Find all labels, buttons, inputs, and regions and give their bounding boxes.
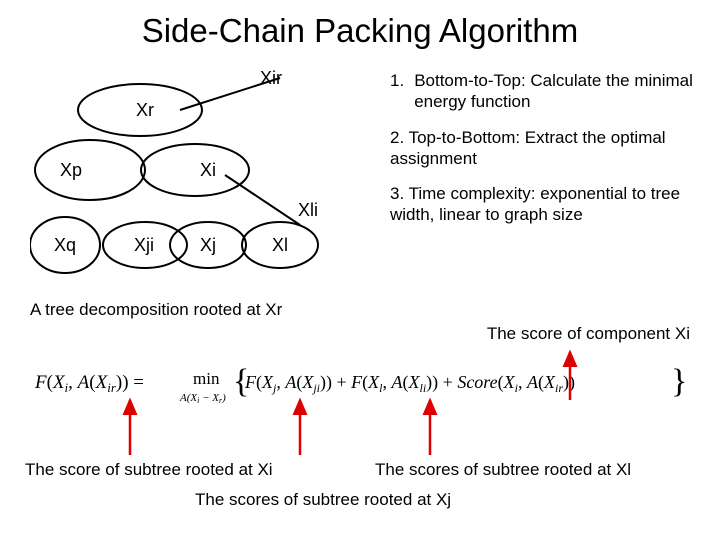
node-xp: Xp xyxy=(60,160,82,181)
node-xl: Xl xyxy=(272,235,288,256)
steps-list: 1. Bottom-to-Top: Calculate the minimal … xyxy=(390,70,700,226)
label-subtree-xl: The scores of subtree rooted at Xl xyxy=(375,460,631,480)
formula: F(Xi, A(Xir)) = min A(Xi − Xr) { } F(Xj,… xyxy=(35,358,685,408)
page-title: Side-Chain Packing Algorithm xyxy=(0,0,720,50)
step-3: 3. Time complexity: exponential to tree … xyxy=(390,183,700,226)
node-xi: Xi xyxy=(200,160,216,181)
svg-text:F(Xi, A(Xir)) =: F(Xi, A(Xir)) = xyxy=(35,372,144,395)
svg-text:F(Xj, A(Xji)) + F(Xl, A: F(Xj, A(Xji)) + F(Xl, A(Xli)) + Score(Xi… xyxy=(244,372,575,395)
tree-caption: A tree decomposition rooted at Xr xyxy=(30,300,282,320)
node-xq: Xq xyxy=(54,235,76,256)
node-xji: Xji xyxy=(134,235,154,256)
svg-text:}: } xyxy=(671,363,685,400)
label-subtree-xi: The score of subtree rooted at Xi xyxy=(25,460,273,480)
edge-xli: Xli xyxy=(298,200,318,221)
svg-text:A(Xi − Xr): A(Xi − Xr) xyxy=(179,392,226,405)
node-xj: Xj xyxy=(200,235,216,256)
component-xi-label: The score of component Xi xyxy=(487,324,690,344)
edge-xir: Xir xyxy=(260,68,282,89)
step-1: 1. Bottom-to-Top: Calculate the minimal … xyxy=(390,70,700,113)
tree-diagram: Xr Xp Xi Xq Xji Xj Xl Xir Xli xyxy=(30,60,370,300)
svg-text:min: min xyxy=(193,369,220,388)
label-subtree-xj: The scores of subtree rooted at Xj xyxy=(195,490,451,510)
step-2: 2. Top-to-Bottom: Extract the optimal as… xyxy=(390,127,700,170)
node-xr: Xr xyxy=(136,100,154,121)
